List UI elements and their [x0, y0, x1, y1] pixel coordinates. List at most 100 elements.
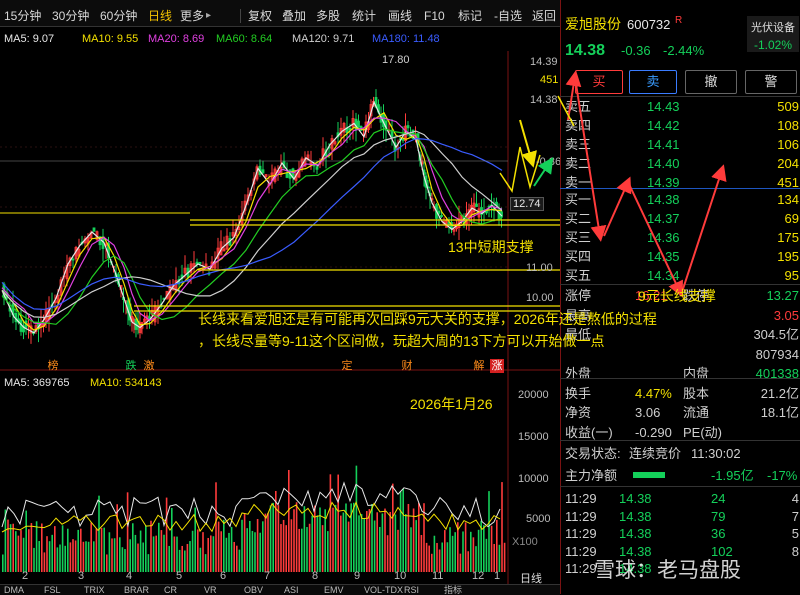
volume-bar — [199, 547, 202, 572]
forecast-path — [499, 146, 541, 193]
alert-button[interactable]: 警 — [745, 70, 797, 94]
statistics-button[interactable]: 统计 — [352, 9, 376, 23]
bid-row[interactable]: 买二 14.37 69 — [561, 210, 800, 227]
volume-bar — [475, 546, 477, 572]
volume-bar — [472, 537, 475, 572]
stat-row: 换手 4.47% 股本 21.2亿 — [561, 385, 800, 402]
volume-bar — [340, 515, 342, 572]
book-level-label: 买三 — [565, 230, 592, 245]
volume-bar — [223, 519, 225, 572]
ask-row[interactable]: 卖三 14.41 106 — [561, 136, 800, 153]
event-marker[interactable]: 财 — [400, 359, 414, 373]
volume-bar — [176, 536, 178, 572]
candle-body — [148, 316, 151, 319]
draw-line-button[interactable]: 画线 — [388, 9, 412, 23]
volume-bar — [160, 530, 163, 572]
volume-bar — [308, 523, 311, 572]
volume-bar — [277, 505, 280, 572]
volume-bar — [392, 483, 394, 572]
volume-bar — [90, 522, 92, 572]
candle-body — [315, 166, 319, 170]
tab-30min[interactable]: 30分钟 — [52, 9, 89, 23]
multi-stock-button[interactable]: 多股 — [316, 9, 340, 23]
kline-chart[interactable] — [0, 27, 560, 584]
volume-bar — [165, 497, 168, 572]
overlay-button[interactable]: 叠加 — [282, 9, 306, 23]
candle-body — [440, 214, 443, 218]
volume-bar — [150, 520, 152, 572]
volume-bar — [462, 531, 464, 572]
volume-bar — [371, 503, 373, 572]
volume-bar — [30, 523, 33, 572]
stat-row: 外盘 内盘 401338 — [561, 365, 800, 382]
volume-bar — [80, 528, 82, 572]
volume-bar — [264, 513, 267, 572]
sell-button[interactable]: 卖 — [629, 70, 677, 94]
volume-bar — [311, 515, 313, 572]
volume-bar — [337, 474, 339, 572]
ask-row[interactable]: 卖五 14.43 509 — [561, 98, 800, 115]
volume-bar — [477, 529, 480, 572]
ask-row[interactable]: 卖四 14.42 108 — [561, 117, 800, 134]
back-button[interactable]: 返回 — [532, 9, 556, 23]
event-marker[interactable]: 解 — [472, 359, 486, 373]
volume-tick: 15000 — [518, 431, 549, 443]
volume-bar — [191, 530, 194, 572]
adjust-button[interactable]: 复权 — [248, 9, 272, 23]
volume-bar — [436, 542, 438, 572]
date-note: 2026年1月26 — [410, 396, 493, 412]
event-marker[interactable]: 涨 — [490, 359, 504, 373]
commentary-line-2: ，长线尽量等9-11这个区间做，玩超大周的13下方可以开始做一点 — [198, 333, 605, 349]
bid-row[interactable]: 买五 14.34 95 — [561, 267, 800, 284]
bid-row[interactable]: 买一 14.38 134 — [561, 191, 800, 208]
volume-bar — [178, 549, 181, 572]
mark-button[interactable]: 标记 — [458, 9, 482, 23]
volume-bar — [220, 531, 222, 572]
watchlist-remove-button[interactable]: -自选 — [494, 9, 522, 23]
tab-daily[interactable]: 日线 — [148, 9, 172, 23]
month-label: 8 — [312, 570, 319, 582]
short-support-note: 13中短期支撑 — [448, 239, 534, 255]
volume-bar — [171, 507, 173, 572]
tab-more[interactable]: 更多 — [180, 9, 204, 23]
volume-bar — [428, 545, 430, 572]
tick-volume: 79 — [711, 508, 726, 524]
volume-bar — [254, 532, 256, 572]
trade-status-time: 11:30:02 — [691, 446, 741, 461]
ma20-legend: MA20: 8.69 — [148, 33, 205, 45]
f10-button[interactable]: F10 — [424, 9, 445, 23]
volume-bar — [259, 532, 261, 572]
bid-row[interactable]: 买四 14.35 195 — [561, 248, 800, 265]
event-marker[interactable]: 榜 — [46, 359, 60, 373]
event-marker[interactable]: 跌 — [124, 359, 138, 373]
price-tick: 11.00 — [526, 262, 553, 274]
stat-value: -0.290 — [635, 424, 672, 440]
volume-bar — [69, 542, 72, 572]
volume-bar — [355, 465, 358, 572]
ask-row[interactable]: 卖二 14.40 204 — [561, 155, 800, 172]
price-tick: 451 — [540, 74, 559, 86]
volume-bar — [82, 541, 85, 572]
candle-body — [357, 120, 360, 128]
event-marker[interactable]: 激 — [142, 359, 156, 373]
tab-60min[interactable]: 60分钟 — [100, 9, 137, 23]
bid-row[interactable]: 买三 14.36 175 — [561, 229, 800, 246]
volume-bar — [488, 491, 490, 572]
volume-bar — [441, 542, 443, 572]
buy-button[interactable]: 买 — [575, 70, 623, 94]
cancel-order-button[interactable]: 撤 — [685, 70, 737, 94]
volume-ma10-line — [1, 501, 501, 533]
panel-divider — [560, 440, 800, 441]
volume-bar — [394, 514, 397, 572]
tick-price: 14.38 — [619, 508, 652, 524]
tab-15min[interactable]: 15分钟 — [4, 9, 41, 23]
volume-bar — [501, 482, 503, 572]
trade-status-value: 连续竞价 — [629, 446, 682, 461]
book-level-label: 卖三 — [565, 137, 592, 152]
volume-bar — [332, 507, 334, 572]
stat-row: 净资 3.06 流通 18.1亿 — [561, 404, 800, 421]
event-marker[interactable]: 定 — [340, 359, 354, 373]
main-flow-bar — [633, 472, 665, 478]
volume-bar — [420, 535, 423, 572]
volume-bar — [98, 495, 100, 572]
